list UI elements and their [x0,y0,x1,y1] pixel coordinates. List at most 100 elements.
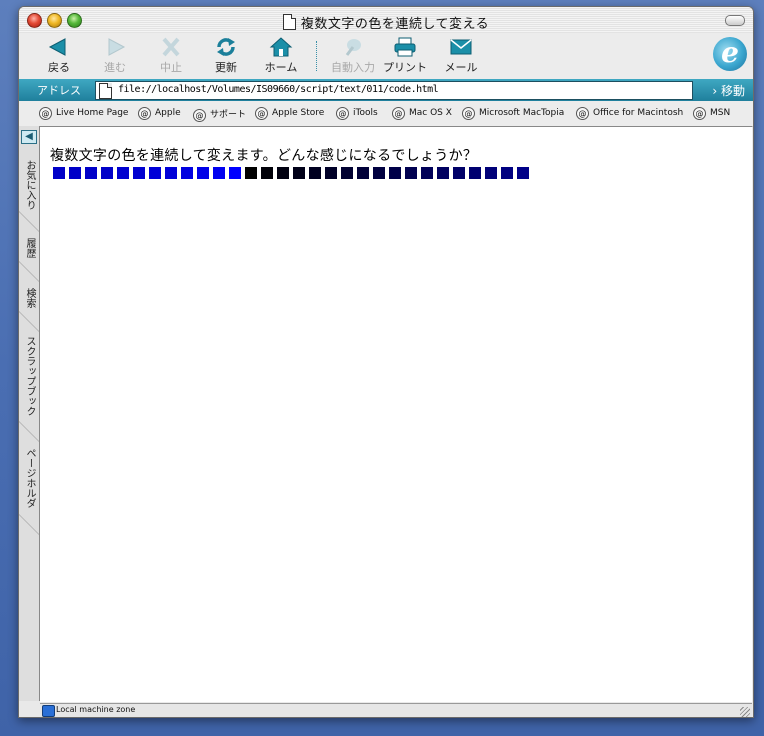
forward-label: 進む [104,61,126,74]
color-square [309,167,321,179]
resize-grip[interactable] [740,707,750,717]
color-square [277,167,289,179]
page-content: 複数文字の色を連続して変えます。どんな感じになるでしょうか？ [40,126,752,702]
status-bar: Local machine zone [40,703,752,717]
color-square [373,167,385,179]
color-square [133,167,145,179]
favorite-link[interactable]: @ サポート [193,107,246,122]
color-square [357,167,369,179]
color-square [197,167,209,179]
explorer-bar-tabs: ◀ お気に入り 履歴 検索 スクラップブック ページホルダ [19,126,40,701]
home-button[interactable]: ホーム [257,37,305,75]
at-icon: @ [336,107,349,120]
address-url[interactable]: file://localhost/Volumes/IS09660/script/… [118,84,439,95]
print-button[interactable]: プリント [381,37,429,75]
page-heading: 複数文字の色を連続して変えます。どんな感じになるでしょうか？ [50,148,478,164]
stop-button[interactable]: 中止 [147,37,195,75]
color-square [69,167,81,179]
back-arrow-icon [48,38,66,56]
document-icon [282,14,296,30]
go-button[interactable]: › 移動 [712,82,745,99]
favorite-link[interactable]: @ Live Home Page [39,107,128,120]
print-label: プリント [383,61,427,74]
mail-envelope-icon [450,39,472,55]
color-square [501,167,513,179]
explorer-toggle-icon[interactable]: ◀ [21,130,37,144]
color-square [85,167,97,179]
ie-logo-icon[interactable]: e [713,37,747,71]
favorite-label: Microsoft MacTopia [479,108,565,118]
at-icon: @ [138,107,151,120]
favorite-label: Apple Store [272,108,325,118]
tab-page-holder[interactable]: ページホルダ [21,448,37,508]
window-title: 複数文字の色を連続して変える [19,13,753,32]
printer-icon [394,37,416,57]
color-square [229,167,241,179]
favorite-label: iTools [353,108,378,118]
favorite-link[interactable]: @ Microsoft MacTopia [462,107,564,120]
at-icon: @ [392,107,405,120]
forward-arrow-icon [108,38,126,56]
tab-favorites[interactable]: お気に入り [21,160,37,210]
tab-divider [19,514,39,535]
browser-window: 複数文字の色を連続して変える 戻る 進む 中止 更新 ホーム 自動入力 プリント… [18,6,754,718]
color-square [261,167,273,179]
address-bar: アドレス file://localhost/Volumes/IS09660/sc… [19,79,753,101]
tab-divider [19,311,39,332]
color-square [165,167,177,179]
home-label: ホーム [264,61,298,74]
tab-scrapbook[interactable]: スクラップブック [21,336,37,416]
at-icon: @ [255,107,268,120]
tab-divider [19,211,39,232]
color-square [325,167,337,179]
favorite-label: Apple [155,108,181,118]
color-square [53,167,65,179]
color-square [405,167,417,179]
back-label: 戻る [48,61,70,74]
mail-label: メール [444,61,478,74]
back-button[interactable]: 戻る [35,37,83,75]
address-field[interactable]: file://localhost/Volumes/IS09660/script/… [95,81,693,100]
favorite-label: MSN [710,108,731,118]
refresh-button[interactable]: 更新 [202,37,250,75]
favorite-link[interactable]: @ iTools [336,107,378,120]
tab-history[interactable]: 履歴 [21,238,37,258]
refresh-label: 更新 [215,61,237,74]
favorite-label: サポート [210,110,247,120]
color-square [517,167,529,179]
forward-button[interactable]: 進む [91,37,139,75]
go-label: 移動 [720,84,745,98]
favorite-link[interactable]: @ Apple [138,107,181,120]
color-square [245,167,257,179]
favorite-link[interactable]: @ Mac OS X [392,107,452,120]
tab-divider [19,421,39,442]
title-bar[interactable]: 複数文字の色を連続して変える [19,7,753,33]
address-label: アドレス [37,84,81,97]
at-icon: @ [39,107,52,120]
color-square [293,167,305,179]
zone-icon [42,705,55,717]
tab-search[interactable]: 検索 [21,288,37,308]
mail-button[interactable]: メール [437,37,485,75]
favorite-link[interactable]: @ Office for Macintosh [576,107,683,120]
toolbar-toggle-button[interactable] [725,15,745,26]
autofill-button[interactable]: 自動入力 [325,37,381,75]
stop-label: 中止 [160,61,182,74]
color-square [341,167,353,179]
color-square [485,167,497,179]
favorites-bar: @ Live Home Page @ Apple @ サポート @ Apple Stor… [19,101,753,127]
autofill-pen-icon [345,39,361,56]
favorite-link[interactable]: @ Apple Store [255,107,324,120]
at-icon: @ [193,109,206,122]
at-icon: @ [693,107,706,120]
color-square [101,167,113,179]
toolbar-separator [316,41,317,71]
color-square [421,167,433,179]
refresh-icon [217,38,235,56]
tab-divider [19,261,39,282]
favorite-link[interactable]: @ MSN [693,107,730,120]
favorite-label: Office for Macintosh [593,108,684,118]
color-square [389,167,401,179]
color-square [181,167,193,179]
color-square [213,167,225,179]
